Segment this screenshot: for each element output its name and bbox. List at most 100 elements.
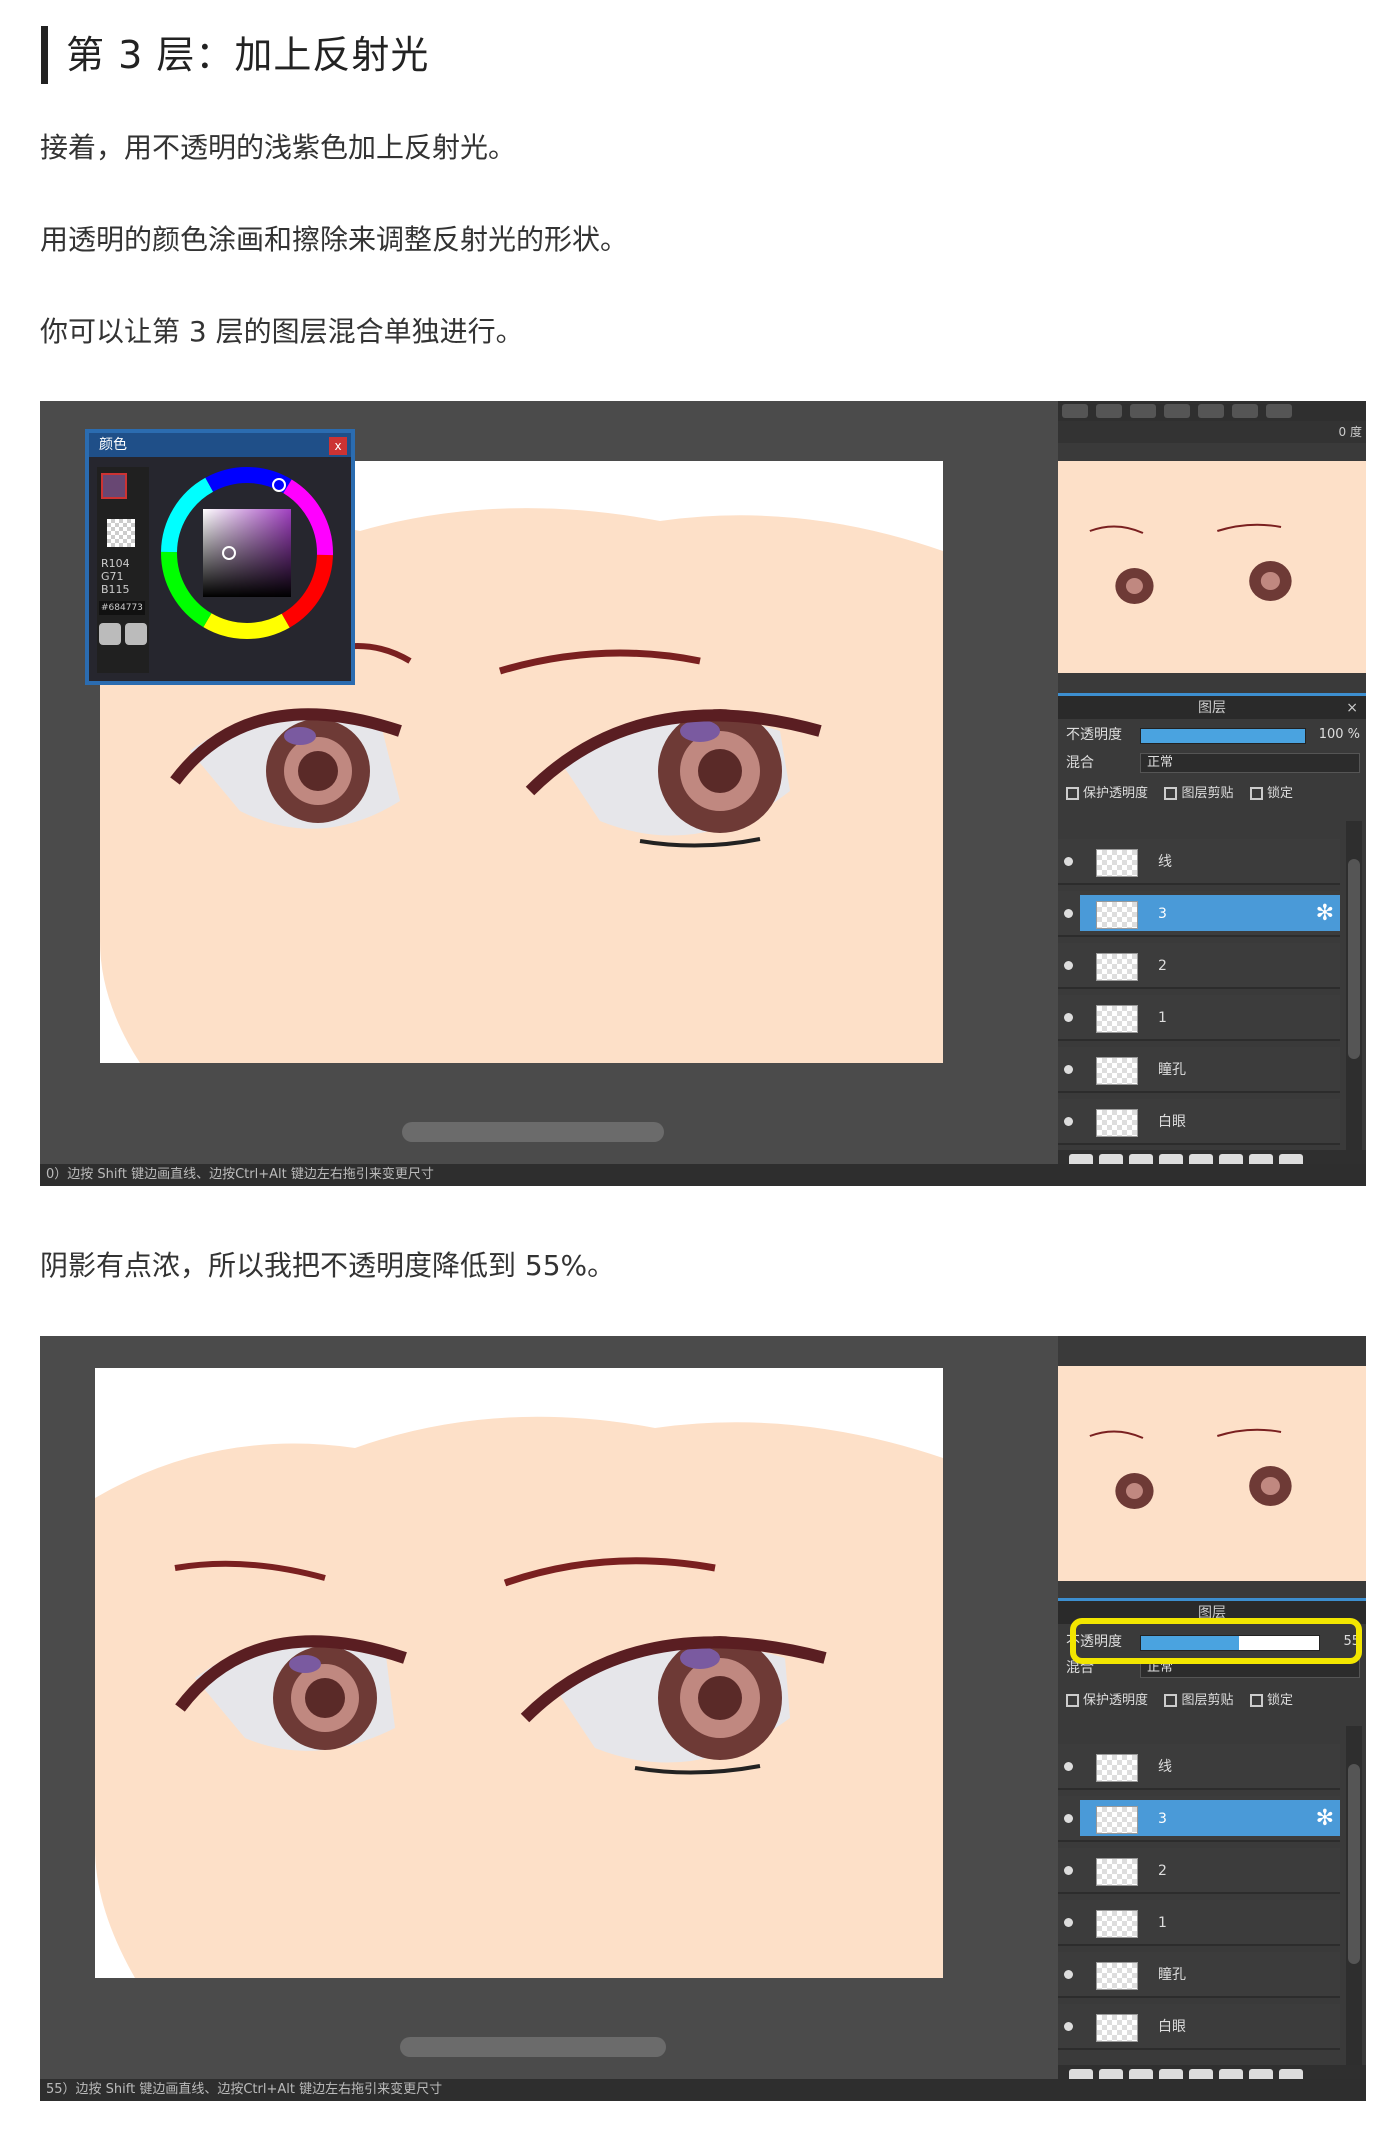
layer-thumbnail bbox=[1096, 953, 1138, 981]
screenshot-2: 图层 不透明度 55 混合 正常 保护透明度 图层剪贴 锁定 线 3 ✻ 2 1 瞳孔 白眼… bbox=[40, 1336, 1366, 2101]
layer-thumbnail bbox=[1096, 1962, 1138, 1990]
visibility-eye-icon[interactable] bbox=[1064, 1117, 1073, 1126]
horizontal-scrollbar[interactable] bbox=[400, 2037, 666, 2057]
layer-panel-close-icon[interactable]: × bbox=[1346, 696, 1358, 720]
layer-row[interactable]: 1 bbox=[1058, 1900, 1340, 1946]
layer-panel-title: 图层 × bbox=[1058, 693, 1366, 719]
paragraph-2: 用透明的颜色涂画和擦除来调整反射光的形状。 bbox=[40, 223, 629, 256]
layer-row[interactable]: 线 bbox=[1058, 839, 1340, 885]
status-bar: 55）边按 Shift 键边画直线、边按Ctrl+Alt 键边左右拖引来变更尺寸 bbox=[40, 2079, 1366, 2101]
layer-body[interactable]: 白眼 bbox=[1080, 2008, 1340, 2044]
clipping-checkbox[interactable]: 图层剪贴 bbox=[1164, 1687, 1233, 1715]
layer-name: 2 bbox=[1158, 1863, 1167, 1879]
palette-button[interactable] bbox=[99, 623, 121, 645]
opacity-label: 不透明度 bbox=[1066, 727, 1122, 743]
layer-body[interactable]: 线 bbox=[1080, 1748, 1340, 1784]
layer-name: 1 bbox=[1158, 1010, 1167, 1026]
section-heading: 第 3 层：加上反射光 bbox=[41, 26, 429, 84]
horizontal-scrollbar[interactable] bbox=[402, 1122, 664, 1142]
transparent-color-swatch[interactable] bbox=[107, 519, 135, 547]
layer-row[interactable]: 白眼 bbox=[1058, 1099, 1340, 1145]
right-panel: 0 度 图层 × 不透明度 100 % 混合 正常 保护透明度 图层剪贴 锁定 … bbox=[1058, 401, 1366, 1186]
layer-thumbnail bbox=[1096, 1005, 1138, 1033]
layer-name: 2 bbox=[1158, 958, 1167, 974]
visibility-eye-icon[interactable] bbox=[1064, 2022, 1073, 2031]
layer-body[interactable]: 线 bbox=[1080, 843, 1340, 879]
navigator-preview[interactable] bbox=[1058, 1366, 1366, 1581]
reset-icon[interactable] bbox=[1266, 404, 1292, 418]
layer-body[interactable]: 2 bbox=[1080, 1852, 1340, 1888]
opacity-row: 不透明度 100 % bbox=[1058, 721, 1366, 749]
layer-body[interactable]: 1 bbox=[1080, 1904, 1340, 1940]
layer-row[interactable]: 2 bbox=[1058, 943, 1340, 989]
opacity-slider[interactable] bbox=[1140, 728, 1306, 744]
checkbox-row: 保护透明度 图层剪贴 锁定 bbox=[1058, 1686, 1366, 1714]
layer-row[interactable]: 瞳孔 bbox=[1058, 1047, 1340, 1093]
visibility-eye-icon[interactable] bbox=[1064, 1918, 1073, 1927]
zoom-out-icon[interactable] bbox=[1062, 404, 1088, 418]
canvas-area[interactable]: 颜色 x R104 G71 B115 #684773 bbox=[40, 401, 1070, 1164]
fit-icon[interactable] bbox=[1130, 404, 1156, 418]
protect-alpha-checkbox[interactable]: 保护透明度 bbox=[1066, 1687, 1148, 1715]
visibility-eye-icon[interactable] bbox=[1064, 1866, 1073, 1875]
layer-list-scrollbar[interactable] bbox=[1346, 1726, 1362, 2066]
visibility-eye-icon[interactable] bbox=[1064, 1013, 1073, 1022]
preview-artwork bbox=[1058, 461, 1366, 673]
color-window[interactable]: 颜色 x R104 G71 B115 #684773 bbox=[85, 429, 355, 685]
layer-settings-gear-icon[interactable]: ✻ bbox=[1316, 1806, 1334, 1832]
visibility-eye-icon[interactable] bbox=[1064, 857, 1073, 866]
main-color-swatch[interactable] bbox=[101, 473, 127, 499]
drawing-canvas[interactable] bbox=[95, 1368, 943, 1978]
zoom-in-icon[interactable] bbox=[1096, 404, 1122, 418]
protect-alpha-checkbox[interactable]: 保护透明度 bbox=[1066, 780, 1148, 808]
layer-row[interactable]: 3 ✻ bbox=[1058, 1796, 1340, 1842]
layer-row[interactable]: 线 bbox=[1058, 1744, 1340, 1790]
color-mix-button[interactable] bbox=[125, 623, 147, 645]
blend-mode-select[interactable]: 正常 bbox=[1140, 753, 1360, 773]
layer-row[interactable]: 1 bbox=[1058, 995, 1340, 1041]
visibility-eye-icon[interactable] bbox=[1064, 1065, 1073, 1074]
layer-row[interactable]: 2 bbox=[1058, 1848, 1340, 1894]
layer-name: 3 bbox=[1158, 1811, 1167, 1827]
layer-body[interactable]: 2 bbox=[1080, 947, 1340, 983]
visibility-eye-icon[interactable] bbox=[1064, 909, 1073, 918]
visibility-eye-icon[interactable] bbox=[1064, 1970, 1073, 1979]
layer-body[interactable]: 白眼 bbox=[1080, 1103, 1340, 1139]
visibility-eye-icon[interactable] bbox=[1064, 961, 1073, 970]
layer-name: 瞳孔 bbox=[1158, 1967, 1186, 1983]
close-icon[interactable]: x bbox=[329, 437, 347, 455]
layer-row[interactable]: 3 ✻ bbox=[1058, 891, 1340, 937]
hex-field[interactable]: #684773 bbox=[99, 601, 145, 615]
layer-body[interactable]: 3 ✻ bbox=[1080, 1800, 1340, 1836]
layer-body[interactable]: 瞳孔 bbox=[1080, 1051, 1340, 1087]
layer-thumbnail bbox=[1096, 901, 1138, 929]
visibility-eye-icon[interactable] bbox=[1064, 1762, 1073, 1771]
blend-row: 混合 正常 bbox=[1058, 749, 1366, 777]
layer-settings-gear-icon[interactable]: ✻ bbox=[1316, 901, 1334, 927]
navigator-preview[interactable] bbox=[1058, 461, 1366, 673]
flip-icon[interactable] bbox=[1232, 404, 1258, 418]
rgb-readout: R104 G71 B115 bbox=[101, 557, 130, 596]
preview-artwork bbox=[1058, 1366, 1366, 1581]
layer-body[interactable]: 瞳孔 bbox=[1080, 1956, 1340, 1992]
opacity-value: 100 % bbox=[1318, 727, 1360, 742]
layer-row[interactable]: 瞳孔 bbox=[1058, 1952, 1340, 1998]
color-wheel[interactable] bbox=[159, 465, 335, 641]
lock-checkbox[interactable]: 锁定 bbox=[1249, 1687, 1293, 1715]
lock-checkbox[interactable]: 锁定 bbox=[1249, 780, 1293, 808]
layer-name: 线 bbox=[1158, 1759, 1172, 1775]
layer-thumbnail bbox=[1096, 1057, 1138, 1085]
zoom-icon[interactable] bbox=[1164, 404, 1190, 418]
layer-list-scrollbar[interactable] bbox=[1346, 821, 1362, 1156]
g-value: G71 bbox=[101, 570, 124, 583]
b-value: B115 bbox=[101, 583, 130, 596]
clipping-checkbox[interactable]: 图层剪贴 bbox=[1164, 780, 1233, 808]
visibility-eye-icon[interactable] bbox=[1064, 1814, 1073, 1823]
layer-body[interactable]: 3 ✻ bbox=[1080, 895, 1340, 931]
rotate-icon[interactable] bbox=[1198, 404, 1224, 418]
canvas-area[interactable] bbox=[40, 1336, 1070, 2079]
navigator-toolbar bbox=[1058, 401, 1366, 421]
layer-body[interactable]: 1 bbox=[1080, 999, 1340, 1035]
layer-row[interactable]: 白眼 bbox=[1058, 2004, 1340, 2050]
opacity-highlight-box bbox=[1070, 1618, 1362, 1664]
